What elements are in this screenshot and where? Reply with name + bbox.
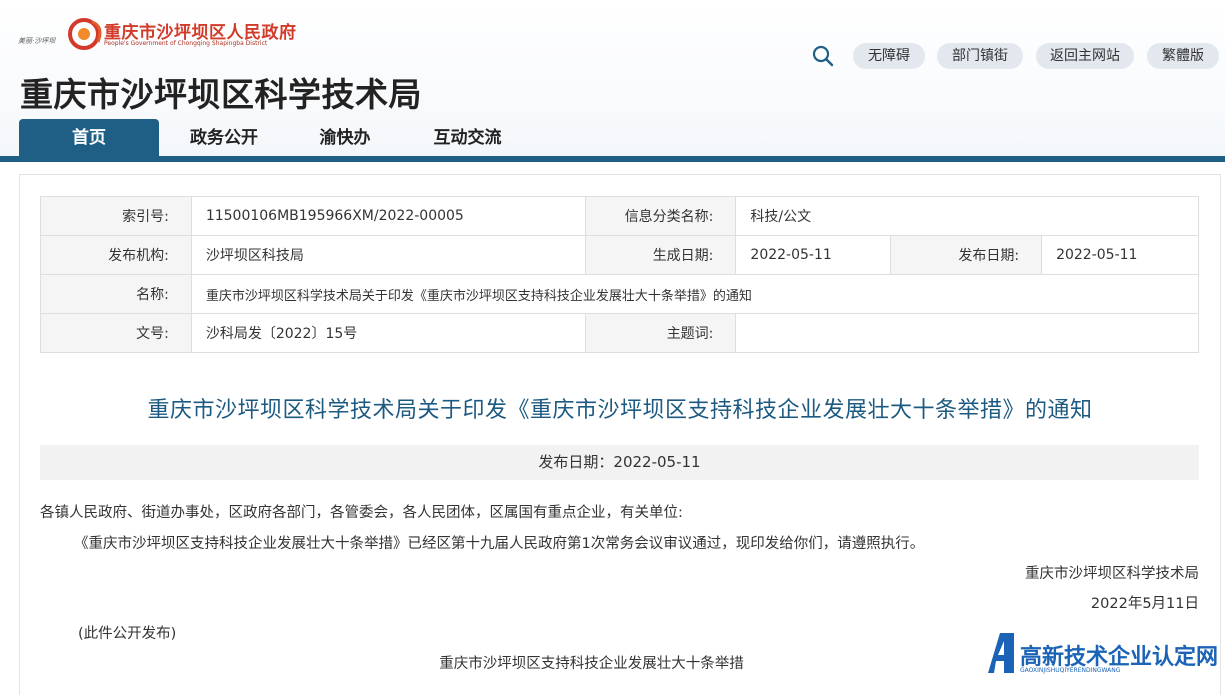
nav-underline [0, 156, 1225, 162]
watermark-subtext: GAOXINJISHUQIYERENDINGWANG [1020, 667, 1121, 674]
watermark: 高新技术企业认定网 GAOXINJISHUQIYERENDINGWANG [984, 629, 1225, 679]
category-value: 科技/公文 [735, 196, 1199, 236]
article-title: 重庆市沙坪坝区科学技术局关于印发《重庆市沙坪坝区支持科技企业发展壮大十条举措》的… [147, 398, 1093, 423]
keywords-label: 主题词: [584, 313, 737, 353]
doc-number-value: 沙科局发〔2022〕15号 [190, 313, 586, 353]
keywords-value [735, 313, 1199, 353]
site-title: 重庆市沙坪坝区科学技术局 [20, 75, 422, 114]
published-date-label: 发布日期: [890, 235, 1043, 275]
publish-note: (此件公开发布) [78, 626, 177, 642]
departments-button[interactable]: 部门镇街 [937, 43, 1023, 69]
created-date-value: 2022-05-11 [735, 235, 892, 275]
salutation: 各镇人民政府、街道办事处，区政府各部门，各管委会，各人民团体，区属国有重点企业，… [40, 505, 683, 521]
index-value: 11500106MB195966XM/2022-00005 [190, 196, 586, 236]
category-label: 信息分类名称: [584, 196, 737, 236]
publisher-label: 发布机构: [40, 235, 192, 275]
article-container: 索引号: 11500106MB195966XM/2022-00005 信息分类名… [19, 174, 1221, 695]
meta-row: 发布机构: 沙坪坝区科技局 生成日期: 2022-05-11 发布日期: 202… [40, 235, 1199, 275]
main-nav: 首页 政务公开 渝快办 互动交流 [0, 119, 1225, 163]
article-date: 发布日期：2022-05-11 [40, 445, 1199, 480]
signature: 重庆市沙坪坝区科学技术局 [1025, 566, 1199, 582]
accessibility-button[interactable]: 无障碍 [853, 43, 925, 69]
sign-date: 2022年5月11日 [1090, 596, 1199, 612]
logo-slogan: 美丽·沙坪坝 [18, 37, 56, 45]
search-icon[interactable] [812, 45, 834, 67]
nav-yukuaiban[interactable]: 渝快办 [290, 119, 400, 157]
meta-row: 索引号: 11500106MB195966XM/2022-00005 信息分类名… [40, 196, 1199, 236]
meta-row: 文号: 沙科局发〔2022〕15号 主题词: [40, 313, 1199, 353]
index-label: 索引号: [40, 196, 192, 236]
doc-name-label: 名称: [40, 274, 192, 314]
doc-name-value: 重庆市沙坪坝区科学技术局关于印发《重庆市沙坪坝区支持科技企业发展壮大十条举措》的… [190, 274, 1200, 314]
meta-row: 名称: 重庆市沙坪坝区科学技术局关于印发《重庆市沙坪坝区支持科技企业发展壮大十条… [40, 274, 1200, 314]
created-date-label: 生成日期: [584, 235, 737, 275]
watermark-logo-icon [988, 633, 1014, 673]
traditional-chinese-button[interactable]: 繁體版 [1147, 43, 1219, 69]
logo-subtitle: People's Government of Chongqing Shaping… [104, 40, 268, 47]
nav-home[interactable]: 首页 [19, 119, 159, 157]
doc-number-label: 文号: [40, 313, 192, 353]
body-paragraph: 《重庆市沙坪坝区支持科技企业发展壮大十条举措》已经区第十九届人民政府第1次常务会… [74, 536, 925, 552]
main-site-button[interactable]: 返回主网站 [1036, 43, 1134, 69]
published-date-value: 2022-05-11 [1041, 235, 1199, 275]
document-meta-table: 索引号: 11500106MB195966XM/2022-00005 信息分类名… [40, 196, 1200, 353]
publisher-value: 沙坪坝区科技局 [190, 235, 586, 275]
nav-interaction[interactable]: 互动交流 [410, 119, 525, 157]
nav-government-affairs[interactable]: 政务公开 [164, 119, 284, 157]
